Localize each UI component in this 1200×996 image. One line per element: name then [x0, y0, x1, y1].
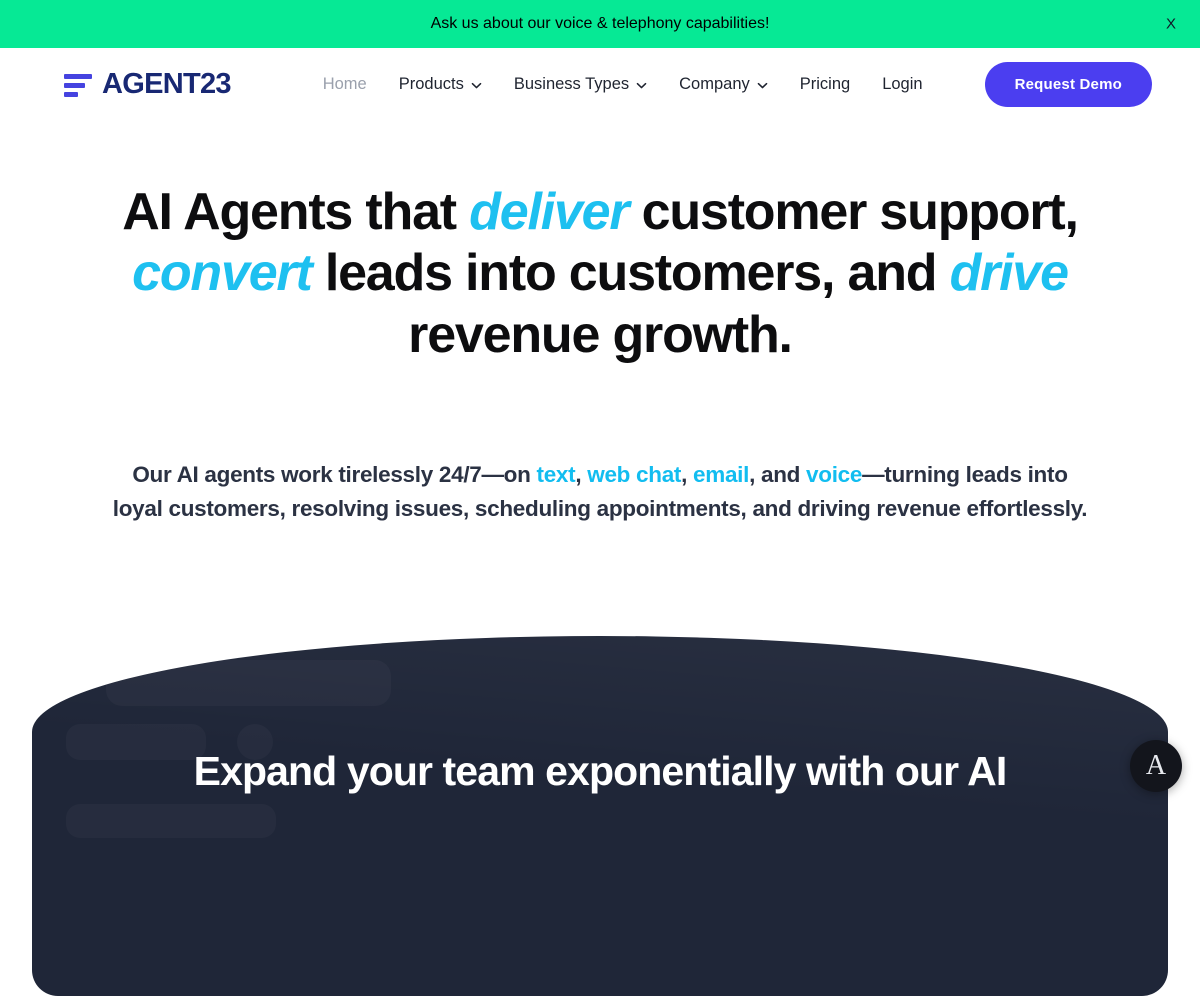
channel-voice: voice: [806, 462, 862, 487]
three-bars-icon: [64, 72, 92, 97]
hero-section: AI Agents that deliver customer support,…: [0, 120, 1200, 526]
subheadline-separator-3: , and: [749, 462, 806, 487]
nav-item-label: Business Types: [514, 75, 629, 94]
announcement-bar: Ask us about our voice & telephony capab…: [0, 0, 1200, 48]
headline-part-2: customer support,: [628, 183, 1077, 241]
chevron-down-icon: [471, 80, 482, 91]
headline-accent-convert: convert: [132, 244, 311, 302]
channel-text: text: [537, 462, 576, 487]
chevron-down-icon: [757, 80, 768, 91]
nav-item-label: Company: [679, 75, 750, 94]
nav-item-pricing[interactable]: Pricing: [800, 75, 850, 94]
brand-wordmark: AGENT23: [102, 70, 231, 99]
subheadline-part-1: Our AI agents work tirelessly 24/7—on: [132, 462, 536, 487]
hero-headline: AI Agents that deliver customer support,…: [95, 182, 1105, 366]
channel-email: email: [693, 462, 749, 487]
headline-accent-deliver: deliver: [469, 183, 628, 241]
headline-part-1: AI Agents that: [122, 183, 469, 241]
subheadline-separator-1: ,: [575, 462, 587, 487]
headline-part-3: leads into customers, and: [312, 244, 950, 302]
nav-item-label: Pricing: [800, 75, 850, 94]
nav-item-home[interactable]: Home: [323, 75, 367, 94]
placeholder-shape: [66, 804, 276, 838]
channel-web-chat: web chat: [587, 462, 681, 487]
nav-item-label: Home: [323, 75, 367, 94]
announcement-close-button[interactable]: X: [1160, 13, 1182, 36]
nav-item-login[interactable]: Login: [882, 75, 922, 94]
showcase-heading: Expand your team exponentially with our …: [32, 748, 1168, 796]
request-demo-button[interactable]: Request Demo: [985, 62, 1152, 107]
placeholder-shape: [106, 660, 391, 706]
chevron-down-icon: [636, 80, 647, 91]
accessibility-widget-button[interactable]: A: [1130, 740, 1182, 792]
accessibility-icon: A: [1146, 752, 1166, 780]
showcase-panel: Expand your team exponentially with our …: [32, 636, 1168, 996]
primary-nav: Home Products Business Types Company Pri…: [323, 62, 1152, 107]
brand-logo[interactable]: AGENT23: [64, 70, 231, 99]
subheadline-separator-2: ,: [681, 462, 693, 487]
site-header: AGENT23 Home Products Business Types Com…: [0, 48, 1200, 120]
nav-item-label: Login: [882, 75, 922, 94]
nav-item-products[interactable]: Products: [399, 75, 482, 94]
headline-accent-drive: drive: [950, 244, 1068, 302]
nav-item-label: Products: [399, 75, 464, 94]
headline-part-4: revenue growth.: [408, 306, 792, 364]
hero-subheadline: Our AI agents work tirelessly 24/7—on te…: [113, 458, 1088, 526]
nav-item-business-types[interactable]: Business Types: [514, 75, 647, 94]
announcement-message: Ask us about our voice & telephony capab…: [431, 15, 770, 33]
nav-item-company[interactable]: Company: [679, 75, 768, 94]
